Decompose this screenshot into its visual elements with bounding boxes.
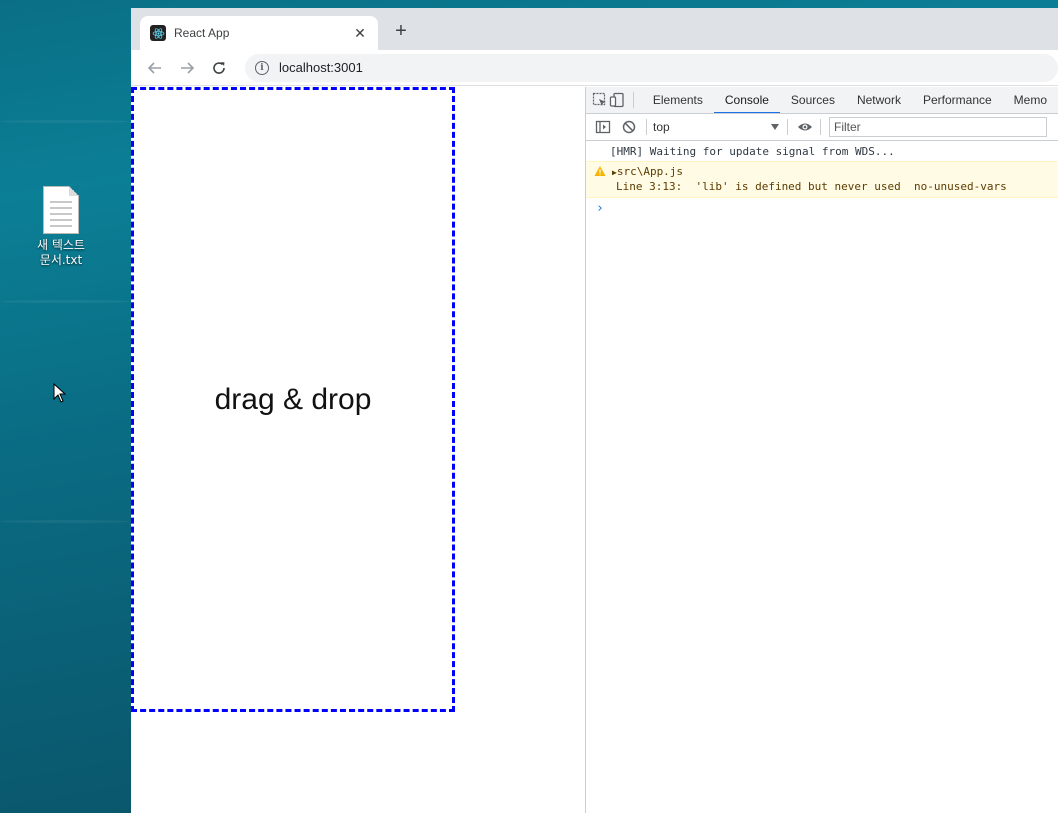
new-tab-button[interactable]: + (389, 20, 413, 43)
warning-text: ▶src\App.js Line 3:13: 'lib' is defined … (612, 165, 1007, 194)
browser-tab-react-app[interactable]: React App ✕ (140, 16, 378, 50)
inspect-icon (593, 92, 607, 106)
desktop-background-detail (0, 120, 130, 123)
show-sidebar-button[interactable] (590, 114, 616, 140)
reload-button[interactable] (205, 54, 233, 82)
console-messages: [HMR] Waiting for update signal from WDS… (586, 141, 1058, 216)
console-log-line: [HMR] Waiting for update signal from WDS… (610, 145, 895, 158)
sidebar-toggle-icon (595, 120, 611, 134)
live-expression-button[interactable] (792, 114, 818, 140)
warning-file[interactable]: src\App.js (617, 165, 683, 178)
desktop-background-detail (0, 300, 130, 303)
separator (820, 119, 821, 135)
devtools-tab-bar: Elements Console Sources Network Perform… (586, 87, 1058, 114)
desktop-file-new-text-document[interactable]: 새 텍스트 문서.txt (26, 186, 96, 268)
reload-icon (213, 61, 225, 74)
dropdown-arrow-icon (771, 124, 779, 130)
desktop-background-detail (0, 520, 130, 523)
separator (646, 119, 647, 135)
close-tab-icon[interactable]: ✕ (352, 25, 368, 42)
devtools-tab-network[interactable]: Network (846, 87, 912, 113)
inspect-element-button[interactable] (592, 87, 609, 113)
tab-strip: React App ✕ + (131, 8, 1058, 50)
url-text: localhost:3001 (279, 60, 363, 75)
tab-title: React App (174, 26, 230, 40)
devtools-panel: Elements Console Sources Network Perform… (585, 87, 1058, 813)
arrow-right-icon (181, 61, 195, 74)
separator (787, 119, 788, 135)
site-info-icon[interactable]: i (255, 60, 269, 75)
context-value: top (653, 120, 670, 134)
warning-icon (594, 165, 608, 194)
console-warning[interactable]: ▶src\App.js Line 3:13: 'lib' is defined … (586, 161, 1058, 198)
separator (633, 92, 634, 108)
desktop-file-label: 새 텍스트 문서.txt (37, 238, 85, 267)
react-logo-icon (150, 25, 166, 41)
browser-toolbar: i localhost:3001 (131, 50, 1058, 86)
devtools-tab-elements[interactable]: Elements (642, 87, 714, 113)
address-bar[interactable]: i localhost:3001 (245, 53, 1058, 82)
clear-console-button[interactable] (616, 114, 642, 140)
device-toolbar-button[interactable] (609, 87, 626, 113)
devtools-tab-sources[interactable]: Sources (780, 87, 846, 113)
text-file-icon (43, 186, 79, 234)
warning-detail: Line 3:13: 'lib' is defined but never us… (616, 180, 1007, 193)
web-page: drag & drop (131, 87, 585, 813)
arrow-left-icon (147, 61, 161, 74)
browser-window: React App ✕ + i localhost:3001 drag & dr… (131, 8, 1058, 813)
device-mode-icon (609, 92, 624, 108)
browser-content: drag & drop Elements Console Sources Net… (131, 87, 1058, 813)
console-filter-input[interactable] (829, 117, 1047, 137)
javascript-context-select[interactable]: top (653, 120, 783, 134)
dropzone-label: drag & drop (214, 382, 372, 416)
eye-icon (798, 123, 812, 131)
back-button[interactable] (141, 54, 169, 82)
devtools-tab-performance[interactable]: Performance (912, 87, 1003, 113)
console-toolbar: top (586, 114, 1058, 141)
devtools-tab-memory[interactable]: Memo (1003, 87, 1058, 113)
console-prompt[interactable]: › (586, 198, 1058, 216)
forward-button[interactable] (173, 54, 201, 82)
mouse-cursor-icon (53, 383, 67, 403)
devtools-tab-console[interactable]: Console (713, 87, 780, 113)
drag-drop-zone[interactable]: drag & drop (131, 87, 455, 712)
block-icon (622, 120, 636, 134)
